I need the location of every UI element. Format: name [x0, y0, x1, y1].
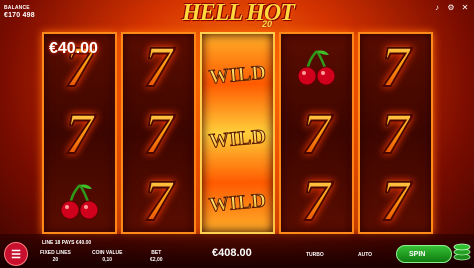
cherry-icon — [60, 184, 98, 220]
seven-symbol: 7 — [301, 101, 332, 166]
coin-value-stat[interactable]: COIN VALUE 0,10 — [92, 250, 122, 263]
turbo-toggle[interactable]: TURBO — [306, 252, 324, 258]
auto-button[interactable]: AUTO — [358, 252, 372, 258]
reel-5: 7 7 7 — [358, 32, 433, 234]
balance-panel: BALANCE €170 498 — [4, 5, 35, 19]
coin-value-label: COIN VALUE — [92, 250, 123, 256]
reel-4-symbol-1 — [281, 34, 352, 100]
win-amount-label: €40.00 — [49, 40, 98, 57]
seven-symbol: 7 — [143, 168, 174, 233]
seven-symbol: 7 — [380, 168, 411, 233]
seven-symbol: 7 — [301, 168, 332, 233]
reel-3-symbol-2: WILD — [202, 106, 273, 172]
reel-2-symbol-1: 7 — [123, 34, 194, 100]
reel-3-symbol-1: WILD — [202, 42, 273, 108]
reel-3-wild: WILD WILD WILD — [200, 32, 275, 234]
logo-title: HELL HOT — [182, 0, 295, 26]
logo-number: 20 — [261, 19, 272, 29]
reel-4-symbol-2: 7 — [281, 101, 352, 167]
reel-1-symbol-2: 7 — [44, 101, 115, 167]
reel-2-symbol-3: 7 — [123, 168, 194, 234]
seven-symbol: 7 — [64, 101, 95, 166]
wild-symbol: WILD — [207, 61, 268, 89]
sound-icon[interactable]: ♪ — [432, 2, 442, 12]
coin-value-value: 0,10 — [102, 257, 113, 263]
bet-value: €2,00 — [150, 257, 163, 263]
settings-icon[interactable]: ⚙ — [446, 2, 456, 12]
line-win-info: LINE 18 PAYS €40.00 — [42, 240, 92, 246]
close-icon[interactable]: ✕ — [460, 2, 470, 12]
reel-5-symbol-1: 7 — [360, 34, 431, 100]
fixed-lines-value: 20 — [52, 257, 59, 263]
seven-symbol: 7 — [143, 101, 174, 166]
seven-symbol: 7 — [143, 34, 174, 99]
coin-stack-icon[interactable] — [452, 240, 472, 262]
fixed-lines-label: FIXED LINES — [40, 250, 71, 256]
total-win-amount: €408.00 — [212, 247, 252, 259]
balance-value: €170 498 — [4, 12, 35, 19]
spin-label: SPIN — [409, 250, 426, 258]
turbo-label: TURBO — [306, 252, 324, 258]
reel-1-symbol-3 — [44, 168, 115, 234]
reel-1: €40.00 7 7 — [42, 32, 117, 234]
menu-icon: ☰ — [11, 248, 21, 261]
reel-5-symbol-3: 7 — [360, 168, 431, 234]
reel-2-symbol-2: 7 — [123, 101, 194, 167]
reel-3-symbol-3: WILD — [202, 170, 273, 236]
bet-stat[interactable]: BET €2,00 — [150, 250, 163, 263]
seven-symbol: 7 — [380, 101, 411, 166]
wild-symbol: WILD — [207, 189, 268, 217]
wild-symbol: WILD — [207, 125, 268, 153]
seven-symbol: 7 — [380, 34, 411, 99]
reel-5-symbol-2: 7 — [360, 101, 431, 167]
reels-area: €40.00 7 7 7 7 7 WILD WILD WILD 7 7 7 7 … — [42, 32, 433, 234]
spin-button[interactable]: SPIN — [396, 245, 452, 263]
fixed-lines-stat: FIXED LINES 20 — [40, 250, 71, 263]
cherry-icon — [297, 50, 335, 86]
reel-4: 7 7 — [279, 32, 354, 234]
game-logo: HELL HOT 20 — [182, 0, 295, 33]
top-controls: ♪ ⚙ ✕ — [432, 2, 470, 12]
auto-label: AUTO — [358, 252, 373, 258]
reel-4-symbol-3: 7 — [281, 168, 352, 234]
menu-button[interactable]: ☰ — [4, 242, 28, 266]
reel-2: 7 7 7 — [121, 32, 196, 234]
balance-label: BALANCE — [4, 5, 30, 11]
bet-label: BET — [151, 250, 162, 256]
